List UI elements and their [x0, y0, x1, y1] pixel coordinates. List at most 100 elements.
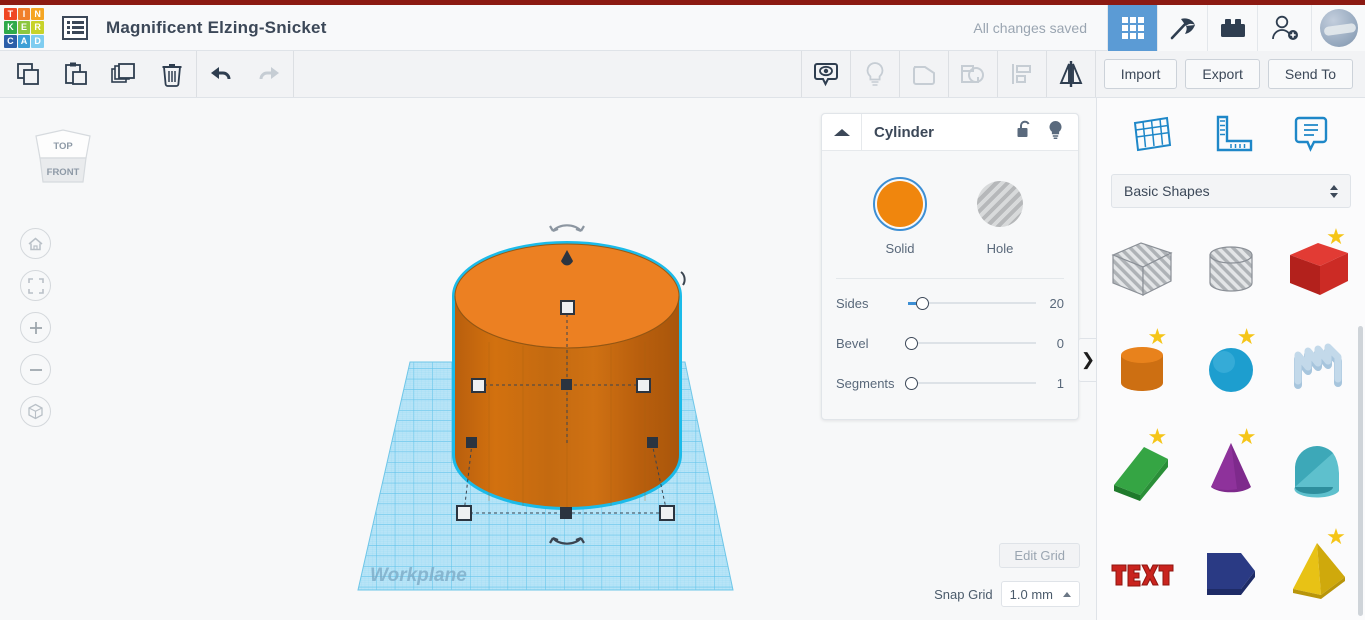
- shape-text[interactable]: [1097, 520, 1186, 620]
- shape-cylinder-hole[interactable]: [1186, 220, 1275, 320]
- slider-bevel-value: 0: [1056, 335, 1064, 351]
- slider-bevel-label: Bevel: [836, 335, 869, 351]
- shapes-scrollbar[interactable]: [1358, 326, 1363, 616]
- fill-type-row: Solid Hole: [822, 165, 1078, 262]
- rotate-side-handle: [680, 271, 686, 286]
- list-menu-icon[interactable]: [62, 15, 88, 40]
- fill-option-hole[interactable]: Hole: [973, 177, 1027, 256]
- design-grid-icon[interactable]: [1107, 4, 1157, 51]
- fill-option-hole-label: Hole: [986, 241, 1014, 256]
- shape-category-select[interactable]: Basic Shapes: [1111, 174, 1351, 208]
- shape-wedge[interactable]: ★: [1097, 420, 1186, 520]
- snap-grid-label: Snap Grid: [934, 586, 993, 602]
- save-status: All changes saved: [973, 19, 1087, 36]
- copy-icon[interactable]: [4, 51, 52, 97]
- snap-grid-container: Snap Grid 1.0 mm: [934, 581, 1080, 607]
- toolbar-divider: [293, 51, 294, 97]
- panel-tools-row: [1097, 98, 1365, 170]
- header-right-group: All changes saved: [973, 4, 1365, 51]
- slider-bevel[interactable]: Bevel 0: [822, 323, 1078, 363]
- paste-icon[interactable]: [52, 51, 100, 97]
- pickaxe-icon[interactable]: [1157, 4, 1207, 51]
- logo-tile: I: [17, 7, 31, 21]
- slider-segments-value: 1: [1056, 375, 1064, 391]
- fill-option-solid[interactable]: Solid: [873, 177, 927, 256]
- triangle-up-icon[interactable]: [822, 113, 862, 151]
- edit-grid-container: Edit Grid: [999, 543, 1080, 568]
- shape-inspector-panel: Cylinder Solid Hole Sides 20 Bevel 0 Seg…: [821, 113, 1079, 420]
- shape-sphere[interactable]: ★: [1186, 320, 1275, 420]
- group-icon[interactable]: [900, 51, 948, 97]
- chevron-right-icon[interactable]: ❯: [1078, 338, 1098, 382]
- snap-grid-value: 1.0 mm: [1009, 586, 1053, 602]
- brick-icon[interactable]: [1207, 4, 1257, 51]
- slider-segments-label: Segments: [836, 375, 895, 391]
- ruler-icon[interactable]: [1207, 111, 1255, 157]
- inspector-divider: [836, 278, 1064, 279]
- shape-cone[interactable]: ★: [1186, 420, 1275, 520]
- logo-tile: T: [4, 7, 17, 21]
- shape-box[interactable]: ★: [1276, 220, 1365, 320]
- mirror-icon[interactable]: [1047, 51, 1095, 97]
- ungroup-icon[interactable]: [949, 51, 997, 97]
- star-icon: ★: [1236, 424, 1257, 449]
- note-icon[interactable]: [1287, 111, 1335, 157]
- shape-box-hole[interactable]: [1097, 220, 1186, 320]
- shape-category-label: Basic Shapes: [1124, 183, 1210, 199]
- logo-tile: A: [17, 34, 31, 48]
- logo-tile: D: [31, 34, 44, 48]
- logo-tile: R: [31, 21, 44, 34]
- snap-grid-select[interactable]: 1.0 mm: [1000, 581, 1080, 607]
- shape-roof[interactable]: [1276, 420, 1365, 520]
- inspector-header: Cylinder: [822, 113, 1078, 151]
- tinkercad-logo[interactable]: TIN KER CAD: [2, 6, 46, 50]
- duplicate-icon[interactable]: [100, 51, 148, 97]
- chevron-updown-icon: [1330, 184, 1338, 198]
- shape-cylinder[interactable]: ★: [1097, 320, 1186, 420]
- slider-segments-track[interactable]: [905, 376, 1036, 390]
- logo-tile: K: [4, 21, 17, 34]
- delete-icon[interactable]: [148, 51, 196, 97]
- workplane-label: Workplane: [370, 565, 467, 586]
- star-icon: ★: [1326, 524, 1346, 549]
- import-button[interactable]: Import: [1103, 59, 1178, 89]
- shape-polygon[interactable]: [1186, 520, 1275, 620]
- slider-sides-track[interactable]: [908, 296, 1036, 310]
- logo-tile: N: [31, 7, 44, 21]
- redo-icon[interactable]: [245, 51, 293, 97]
- edit-grid-button[interactable]: Edit Grid: [999, 543, 1080, 568]
- send-to-button[interactable]: Send To: [1267, 59, 1353, 89]
- star-icon: ★: [1326, 224, 1346, 249]
- align-icon[interactable]: [998, 51, 1046, 97]
- unlock-icon[interactable]: [1016, 120, 1033, 144]
- slider-sides[interactable]: Sides 20: [822, 283, 1078, 323]
- slider-sides-label: Sides: [836, 295, 869, 311]
- inspector-title: Cylinder: [874, 123, 935, 141]
- rotate-top-handle: [549, 224, 585, 233]
- export-button[interactable]: Export: [1185, 59, 1260, 89]
- inspector-body: Solid Hole Sides 20 Bevel 0 Segments 1: [822, 151, 1078, 419]
- main-toolbar: Import Export Send To: [0, 51, 1365, 98]
- lightbulb-icon[interactable]: [1047, 120, 1064, 145]
- app-header: TIN KER CAD Magnificent Elzing-Snicket All…: [0, 4, 1365, 51]
- slider-bevel-track[interactable]: [905, 336, 1036, 350]
- page-title[interactable]: Magnificent Elzing-Snicket: [106, 18, 327, 38]
- shape-pyramid[interactable]: ★: [1276, 520, 1365, 620]
- star-icon: ★: [1147, 424, 1168, 449]
- logo-tile: E: [17, 21, 31, 34]
- logo-tile: C: [4, 34, 17, 48]
- shape-library-grid: ★ ★ ★ ★ ★ ★: [1097, 220, 1365, 620]
- star-icon: ★: [1147, 324, 1168, 349]
- caret-up-icon: [1063, 591, 1071, 597]
- workplane-icon[interactable]: [1127, 111, 1175, 157]
- fill-option-solid-label: Solid: [885, 241, 915, 256]
- lightbulb-icon[interactable]: [851, 51, 899, 97]
- shapes-panel: Basic Shapes ★ ★ ★ ★ ★ ★: [1096, 98, 1365, 620]
- star-icon: ★: [1236, 324, 1257, 349]
- slider-segments[interactable]: Segments 1: [822, 363, 1078, 403]
- undo-icon[interactable]: [197, 51, 245, 97]
- add-person-icon[interactable]: [1257, 4, 1311, 51]
- shape-scribble[interactable]: [1276, 320, 1365, 420]
- note-eye-icon[interactable]: [802, 51, 850, 97]
- avatar[interactable]: [1311, 4, 1365, 51]
